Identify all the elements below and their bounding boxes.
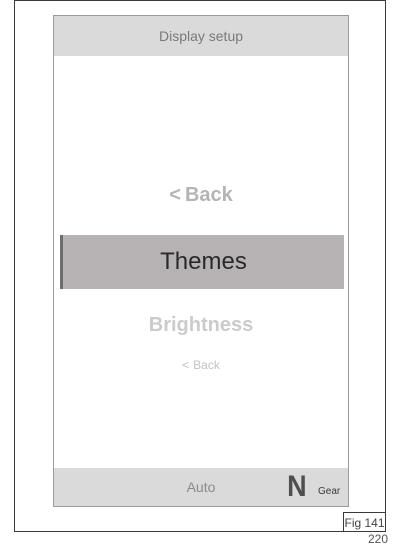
gear-label: Gear <box>318 486 341 497</box>
screen-header: Display setup <box>54 16 348 56</box>
chevron-left-icon: < <box>182 358 190 372</box>
menu-item-back[interactable]: < Back <box>54 184 348 207</box>
page-number: 220 <box>367 532 388 546</box>
status-bar: Auto N Gear <box>54 468 348 506</box>
menu-item-back-secondary-label: Back <box>193 358 220 372</box>
menu-item-themes[interactable]: Themes <box>60 235 344 289</box>
chevron-left-icon: < <box>169 184 181 206</box>
figure-label: Fig 141 <box>343 512 385 532</box>
menu-item-brightness-label: Brightness <box>148 314 254 336</box>
menu-item-themes-label: Themes <box>160 248 247 275</box>
menu-item-brightness[interactable]: Brightness <box>54 314 348 337</box>
menu-item-back-label: Back <box>184 184 233 206</box>
menu-item-back-secondary[interactable]: < Back <box>54 358 348 372</box>
gear-indicator: N <box>287 470 307 503</box>
display-screen: Display setup < Back Themes Brightness < B… <box>53 15 349 507</box>
page-title: Display setup <box>158 28 244 44</box>
